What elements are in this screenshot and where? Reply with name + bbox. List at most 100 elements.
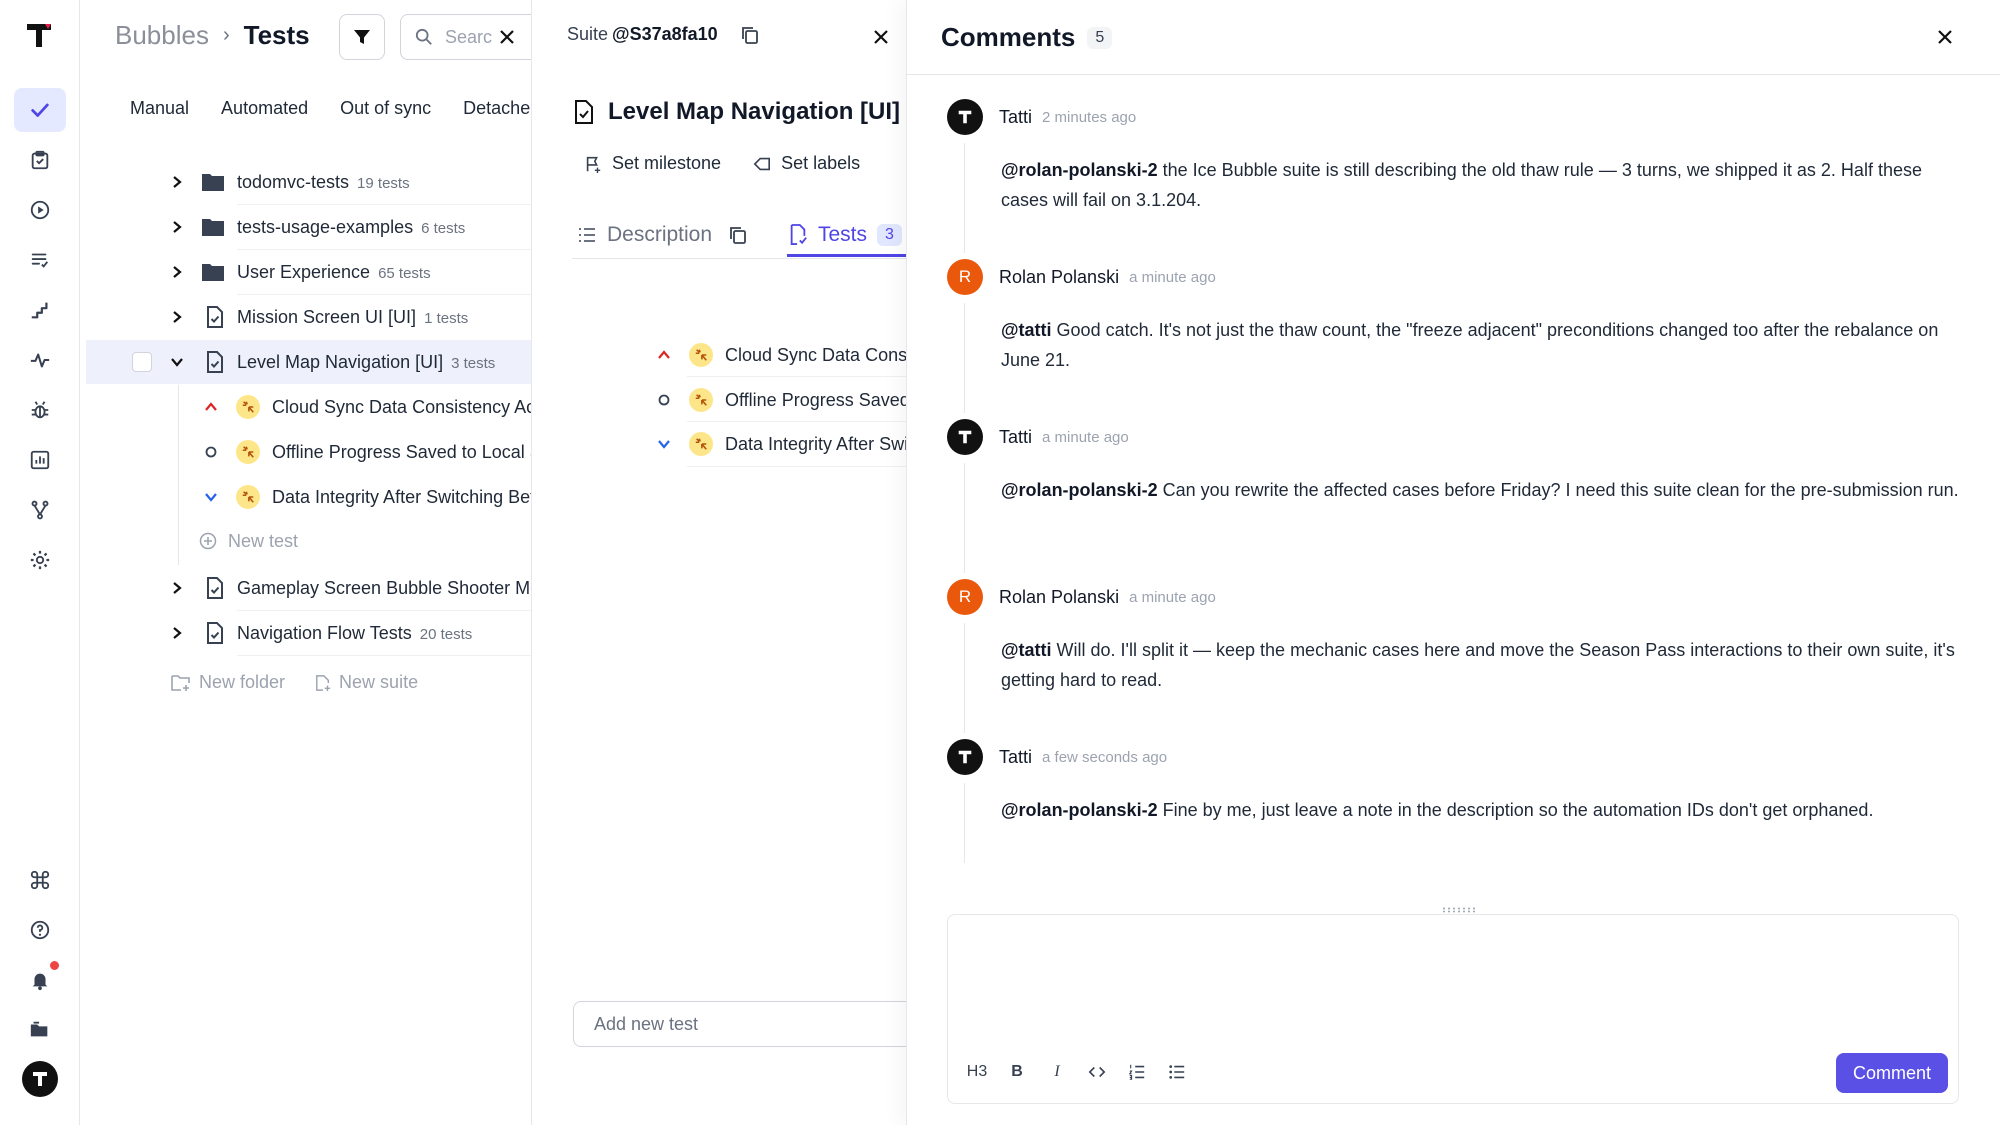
close-comments-button[interactable] (1931, 23, 1959, 51)
breadcrumb-project[interactable]: Bubbles (115, 20, 209, 51)
tree-child-test[interactable]: Data Integrity After Switching Between D… (81, 475, 531, 519)
chevron-right-icon[interactable] (170, 220, 184, 234)
chevron-right-icon[interactable] (170, 310, 184, 324)
code-button[interactable] (1084, 1059, 1110, 1085)
runs-play-icon[interactable] (14, 188, 66, 232)
set-milestone-button[interactable]: Set milestone (584, 153, 721, 174)
chevron-right-icon[interactable] (170, 265, 184, 279)
set-labels-button[interactable]: Set labels (753, 153, 860, 174)
plans-list-icon[interactable] (14, 238, 66, 282)
comment-author[interactable]: Tatti (999, 427, 1032, 448)
chevron-down-icon[interactable] (170, 355, 184, 369)
tree-row-gameplay-screen[interactable]: Gameplay Screen Bubble Shooter Mechanics (81, 566, 531, 610)
tree-row-level-map-navigation[interactable]: Level Map Navigation [UI] 3 tests (86, 340, 531, 384)
tree-child-label: Data Integrity After Switching Between D… (272, 486, 531, 507)
comment-author[interactable]: Rolan Polanski (999, 587, 1119, 608)
tree-child-label: Cloud Sync Data Consistency Across Devic… (272, 396, 531, 417)
tree-child-test[interactable]: Cloud Sync Data Consistency Across Devic… (81, 385, 531, 429)
new-folder-icon (171, 674, 190, 691)
chevron-right-icon[interactable] (170, 581, 184, 595)
tree-child-label: Offline Progress Saved to Local Storage (272, 441, 531, 462)
suite-prefix: Suite (567, 24, 609, 44)
tab-detached[interactable]: Detached (463, 98, 531, 119)
comment-mention[interactable]: @rolan-polanski-2 (1001, 800, 1158, 820)
heading-button[interactable]: H3 (964, 1059, 990, 1085)
comment-mention[interactable]: @rolan-polanski-2 (1001, 480, 1158, 500)
thread-line (964, 143, 965, 253)
new-folder-link[interactable]: New folder (171, 672, 285, 693)
ordered-list-icon (1128, 1064, 1145, 1080)
comment-mention[interactable]: @tatti (1001, 320, 1052, 340)
command-icon[interactable] (14, 858, 66, 902)
new-suite-label: New suite (339, 672, 419, 692)
close-tree-button[interactable] (493, 23, 521, 51)
copy-icon[interactable] (740, 25, 760, 45)
analytics-chart-icon[interactable] (14, 438, 66, 482)
pulse-icon[interactable] (14, 338, 66, 382)
folder-icon (202, 219, 224, 236)
close-icon (500, 30, 514, 44)
tab-tests[interactable]: Tests 3 (788, 213, 902, 257)
submit-comment-button[interactable]: Comment (1836, 1053, 1948, 1093)
settings-gear-icon[interactable] (14, 538, 66, 582)
copy-icon[interactable] (728, 225, 748, 245)
close-suite-button[interactable] (867, 23, 895, 51)
bullet-list-button[interactable] (1164, 1059, 1190, 1085)
tree-row-mission-screen-ui[interactable]: Mission Screen UI [UI] 1 tests (81, 295, 531, 339)
branches-icon[interactable] (14, 488, 66, 532)
tab-automated[interactable]: Automated (221, 98, 308, 119)
projects-folder-icon[interactable] (14, 1008, 66, 1052)
comment-author[interactable]: Tatti (999, 747, 1032, 768)
tab-manual[interactable]: Manual (130, 98, 189, 119)
new-test-link[interactable]: New test (81, 519, 531, 563)
suite-test-row[interactable]: Data Integrity After Switching (657, 424, 906, 464)
tests-nav-icon[interactable] (14, 88, 66, 132)
tab-description[interactable]: Description (577, 213, 748, 257)
help-icon[interactable] (14, 908, 66, 952)
suite-test-row[interactable]: Cloud Sync Data Consistency (657, 335, 906, 375)
tab-out-of-sync[interactable]: Out of sync (340, 98, 431, 119)
comment-body: @tatti Will do. I'll split it — keep the… (1001, 635, 1961, 695)
tree-row-todomvc-tests[interactable]: todomvc-tests 19 tests (81, 160, 531, 204)
new-suite-link[interactable]: New suite (315, 672, 418, 693)
editor-toolbar: H3 B I (964, 1059, 1190, 1085)
comment-author[interactable]: Tatti (999, 107, 1032, 128)
suite-test-label: Offline Progress Saved (725, 389, 906, 410)
comment-author[interactable]: Rolan Polanski (999, 267, 1119, 288)
user-avatar[interactable] (22, 1061, 58, 1097)
suite-title-text: Level Map Navigation [UI] (608, 98, 901, 125)
chevron-right-icon[interactable] (170, 175, 184, 189)
tree-row-navigation-flow-tests[interactable]: Navigation Flow Tests 20 tests (81, 611, 531, 655)
tree-row-tests-usage-examples[interactable]: tests-usage-examples 6 tests (81, 205, 531, 249)
tree-row-label: todomvc-tests (237, 171, 350, 192)
resize-grip-icon[interactable] (1440, 907, 1480, 913)
plus-circle-icon (199, 532, 217, 550)
breadcrumb-section: Tests (243, 20, 310, 50)
tree-row-label: Gameplay Screen Bubble Shooter Mechanics (237, 577, 531, 598)
testomat-logo-icon[interactable] (24, 20, 54, 50)
priority-low-icon (658, 440, 670, 449)
row-checkbox[interactable] (132, 352, 152, 372)
avatar (947, 99, 983, 135)
new-suite-icon (316, 674, 331, 691)
tree-footer-links: New folder New suite (171, 672, 418, 693)
bold-button[interactable]: B (1004, 1059, 1030, 1085)
comment-mention[interactable]: @rolan-polanski-2 (1001, 160, 1158, 180)
filter-button[interactable] (339, 14, 385, 60)
tree-row-label: User Experience (237, 261, 371, 282)
comment-mention[interactable]: @tatti (1001, 640, 1052, 660)
comment-item: R Rolan Polanski a minute ago @tatti Wil… (947, 579, 1967, 739)
comments-panel: Comments 5 Tatti 2 minutes ago @rolan-po… (906, 0, 2000, 1125)
add-new-test-input[interactable]: Add new test (573, 1001, 906, 1047)
tree-child-test[interactable]: Offline Progress Saved to Local Storage (81, 430, 531, 474)
suite-test-row[interactable]: Offline Progress Saved (657, 380, 906, 420)
new-test-label: New test (228, 530, 299, 551)
steps-icon[interactable] (14, 288, 66, 332)
chevron-right-icon[interactable] (170, 626, 184, 640)
clipboard-check-icon[interactable] (14, 138, 66, 182)
ordered-list-button[interactable] (1124, 1059, 1150, 1085)
tree-row-user-experience[interactable]: User Experience 65 tests (81, 250, 531, 294)
bug-icon[interactable] (14, 388, 66, 432)
comment-editor[interactable]: H3 B I Comment (947, 907, 1959, 1104)
italic-button[interactable]: I (1044, 1059, 1070, 1085)
